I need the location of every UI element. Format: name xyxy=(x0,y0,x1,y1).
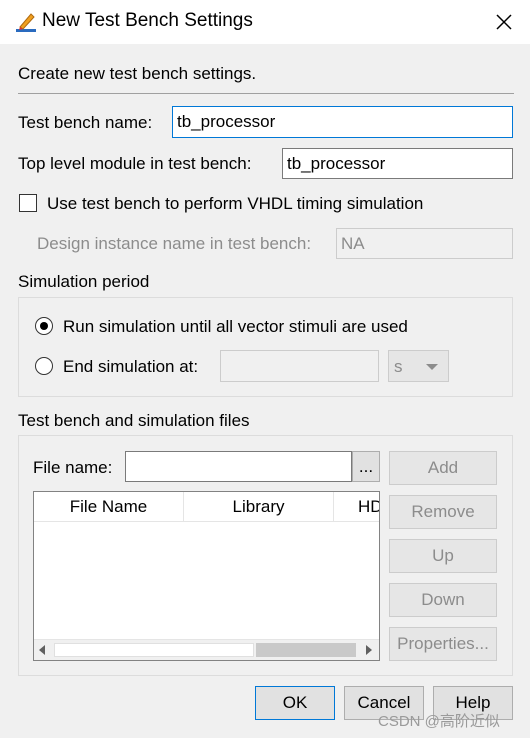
time-unit-select[interactable]: s xyxy=(388,350,449,382)
window-title: New Test Bench Settings xyxy=(42,10,253,31)
close-icon[interactable] xyxy=(492,10,516,34)
files-table[interactable]: File Name Library HDL xyxy=(33,491,380,661)
scroll-thumb[interactable] xyxy=(256,643,356,657)
column-header-library[interactable]: Library xyxy=(184,492,334,522)
end-at-radio[interactable] xyxy=(35,357,53,375)
files-heading: Test bench and simulation files xyxy=(18,411,250,430)
watermark-text: CSDN @高阶近似 xyxy=(378,713,500,730)
test-bench-name-label: Test bench name: xyxy=(18,113,153,132)
column-header-file-name[interactable]: File Name xyxy=(34,492,184,522)
top-level-module-input[interactable] xyxy=(282,148,513,179)
add-button[interactable]: Add xyxy=(389,451,497,485)
column-header-hdl[interactable]: HDL xyxy=(334,492,379,522)
pencil-icon xyxy=(16,13,36,32)
divider xyxy=(18,93,514,94)
simulation-period-group xyxy=(18,297,513,397)
time-unit-value: s xyxy=(394,357,403,376)
vhdl-timing-label: Use test bench to perform VHDL timing si… xyxy=(47,194,424,213)
scroll-left-icon[interactable] xyxy=(38,645,46,655)
down-button[interactable]: Down xyxy=(389,583,497,617)
design-instance-label: Design instance name in test bench: xyxy=(37,234,312,253)
run-until-label: Run simulation until all vector stimuli … xyxy=(63,317,408,336)
title-bar: New Test Bench Settings xyxy=(0,0,530,44)
ok-button[interactable]: OK xyxy=(255,686,335,720)
chevron-down-icon xyxy=(426,364,438,370)
browse-button[interactable]: ... xyxy=(352,451,380,482)
properties-button[interactable]: Properties... xyxy=(389,627,497,661)
scroll-track[interactable] xyxy=(54,643,254,657)
run-until-radio[interactable] xyxy=(35,317,53,335)
end-at-label: End simulation at: xyxy=(63,357,199,376)
simulation-period-heading: Simulation period xyxy=(18,272,150,291)
remove-button[interactable]: Remove xyxy=(389,495,497,529)
file-name-label: File name: xyxy=(33,458,113,477)
file-name-input[interactable] xyxy=(125,451,352,482)
scroll-right-icon[interactable] xyxy=(365,645,373,655)
design-instance-input[interactable] xyxy=(336,228,513,259)
up-button[interactable]: Up xyxy=(389,539,497,573)
test-bench-name-input[interactable] xyxy=(172,106,513,138)
vhdl-timing-checkbox[interactable] xyxy=(19,194,37,212)
end-at-input[interactable] xyxy=(220,350,379,382)
top-level-module-label: Top level module in test bench: xyxy=(18,154,252,173)
horizontal-scrollbar[interactable] xyxy=(34,639,379,660)
intro-text: Create new test bench settings. xyxy=(18,64,257,83)
